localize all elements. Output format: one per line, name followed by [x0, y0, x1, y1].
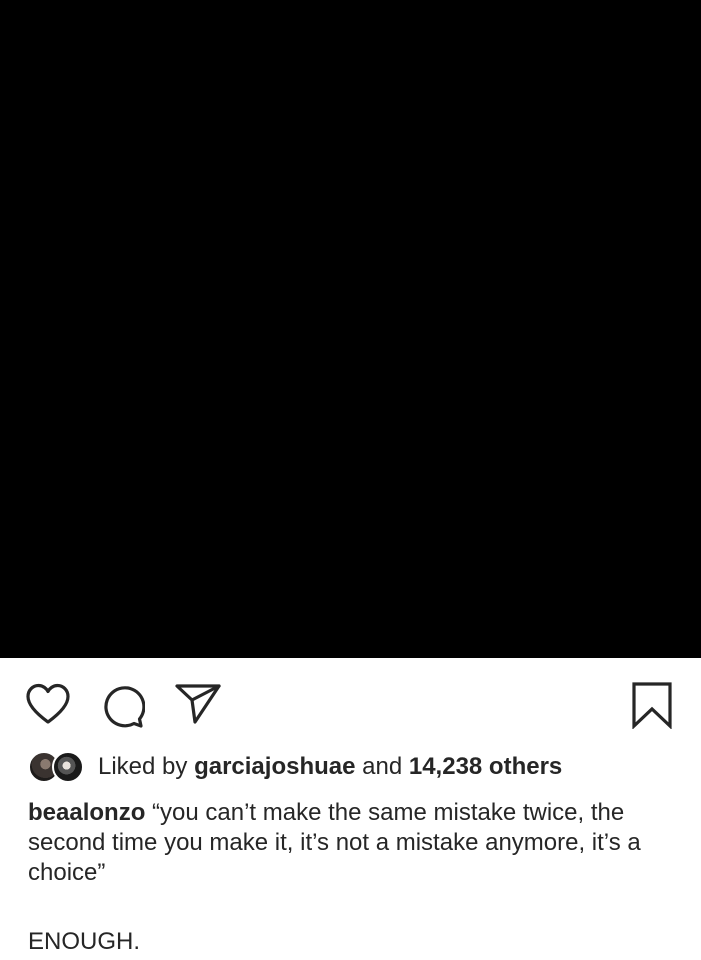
instagram-post: Liked by garciajoshuae and 14,238 others… — [0, 0, 701, 960]
likes-summary[interactable]: Liked by garciajoshuae and 14,238 others — [28, 750, 562, 784]
post-caption: beaalonzo “you can’t make the same mista… — [28, 798, 688, 888]
heart-icon[interactable] — [24, 682, 72, 726]
comment-bubble-icon[interactable] — [99, 683, 145, 729]
liker-avatars — [28, 751, 88, 783]
liked-by-prefix: Liked by — [98, 753, 188, 780]
liked-by-joiner: and — [362, 753, 403, 780]
caption-username-link[interactable]: beaalonzo — [28, 799, 145, 826]
paper-plane-icon[interactable] — [174, 683, 222, 725]
action-bar — [0, 658, 701, 748]
bookmark-icon[interactable] — [630, 681, 674, 729]
avatar — [52, 751, 84, 783]
liked-by-user-link[interactable]: garciajoshuae — [194, 753, 355, 781]
caption-extra-line: ENOUGH. — [28, 928, 141, 955]
likes-count-link[interactable]: 14,238 others — [409, 753, 562, 781]
post-image[interactable] — [0, 0, 701, 658]
